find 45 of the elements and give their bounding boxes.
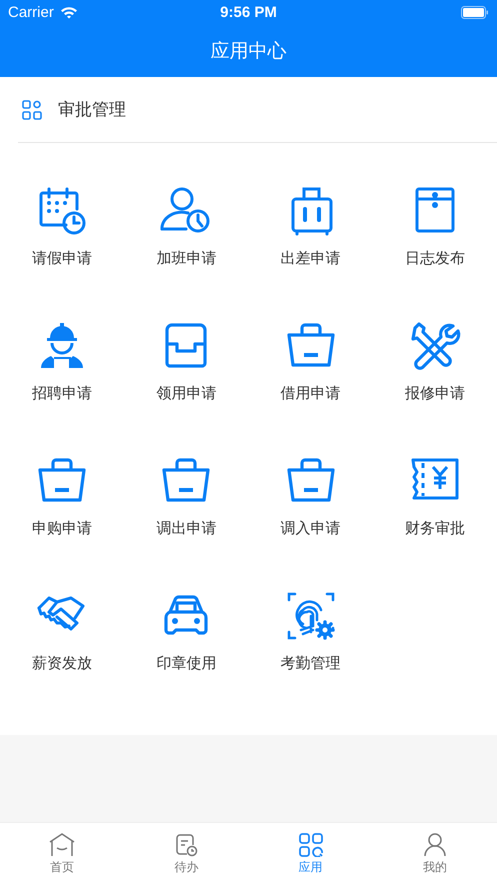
tab[interactable]: 待办 — [124, 823, 248, 883]
tools-icon — [408, 320, 461, 372]
app-tile[interactable]: 借用申请 — [248, 320, 373, 455]
grid-icon — [298, 833, 324, 857]
app-tile[interactable]: 报修申请 — [372, 320, 497, 455]
grid-icon — [22, 100, 42, 120]
app-label: 出差申请 — [280, 249, 341, 268]
app-label: 财务审批 — [404, 519, 465, 538]
app-label: 借用申请 — [280, 384, 341, 403]
app-label: 招聘申请 — [32, 384, 92, 403]
app-label: 申购申请 — [32, 519, 92, 538]
tab[interactable]: 我的 — [372, 823, 497, 883]
battery-icon — [461, 6, 489, 19]
app-label: 领用申请 — [156, 384, 216, 403]
app-label: 日志发布 — [404, 249, 465, 268]
app-tile[interactable]: 调入申请 — [248, 455, 373, 590]
person-icon — [422, 833, 448, 857]
tab[interactable]: 首页 — [0, 823, 124, 883]
app-tile[interactable]: 招聘申请 — [0, 320, 124, 455]
wifi-icon — [60, 6, 78, 19]
tab[interactable]: 应用 — [248, 823, 373, 883]
app-tile[interactable]: 申购申请 — [0, 455, 124, 590]
app-label: 薪资发放 — [32, 654, 92, 673]
app-label: 请假申请 — [32, 249, 92, 268]
page-title: 应用中心 — [210, 39, 286, 64]
app-tile[interactable]: 日志发布 — [372, 185, 497, 320]
app-label: 调出申请 — [156, 519, 216, 538]
carrier-label: Carrier — [8, 4, 54, 21]
app-tile[interactable]: 印章使用 — [124, 590, 248, 725]
app-label: 报修申请 — [404, 384, 465, 403]
app-tile[interactable]: 加班申请 — [124, 185, 248, 320]
app-tile[interactable]: 薪资发放 — [0, 590, 124, 725]
status-time: 9:56 PM — [219, 4, 278, 21]
app-tile[interactable]: 调出申请 — [124, 455, 248, 590]
app-tile[interactable]: 出差申请 — [248, 185, 373, 320]
app-tile[interactable]: 考勤管理 — [248, 590, 373, 725]
app-label: 印章使用 — [156, 654, 216, 673]
app-label: 考勤管理 — [280, 654, 341, 673]
house-icon — [49, 833, 76, 857]
section-title: 审批管理 — [58, 99, 126, 121]
app-label: 调入申请 — [280, 519, 341, 538]
app-tile[interactable]: 领用申请 — [124, 320, 248, 455]
app-tile[interactable]: 财务审批 — [372, 455, 497, 590]
app-label: 加班申请 — [156, 249, 216, 268]
app-tile[interactable]: 请假申请 — [0, 185, 124, 320]
